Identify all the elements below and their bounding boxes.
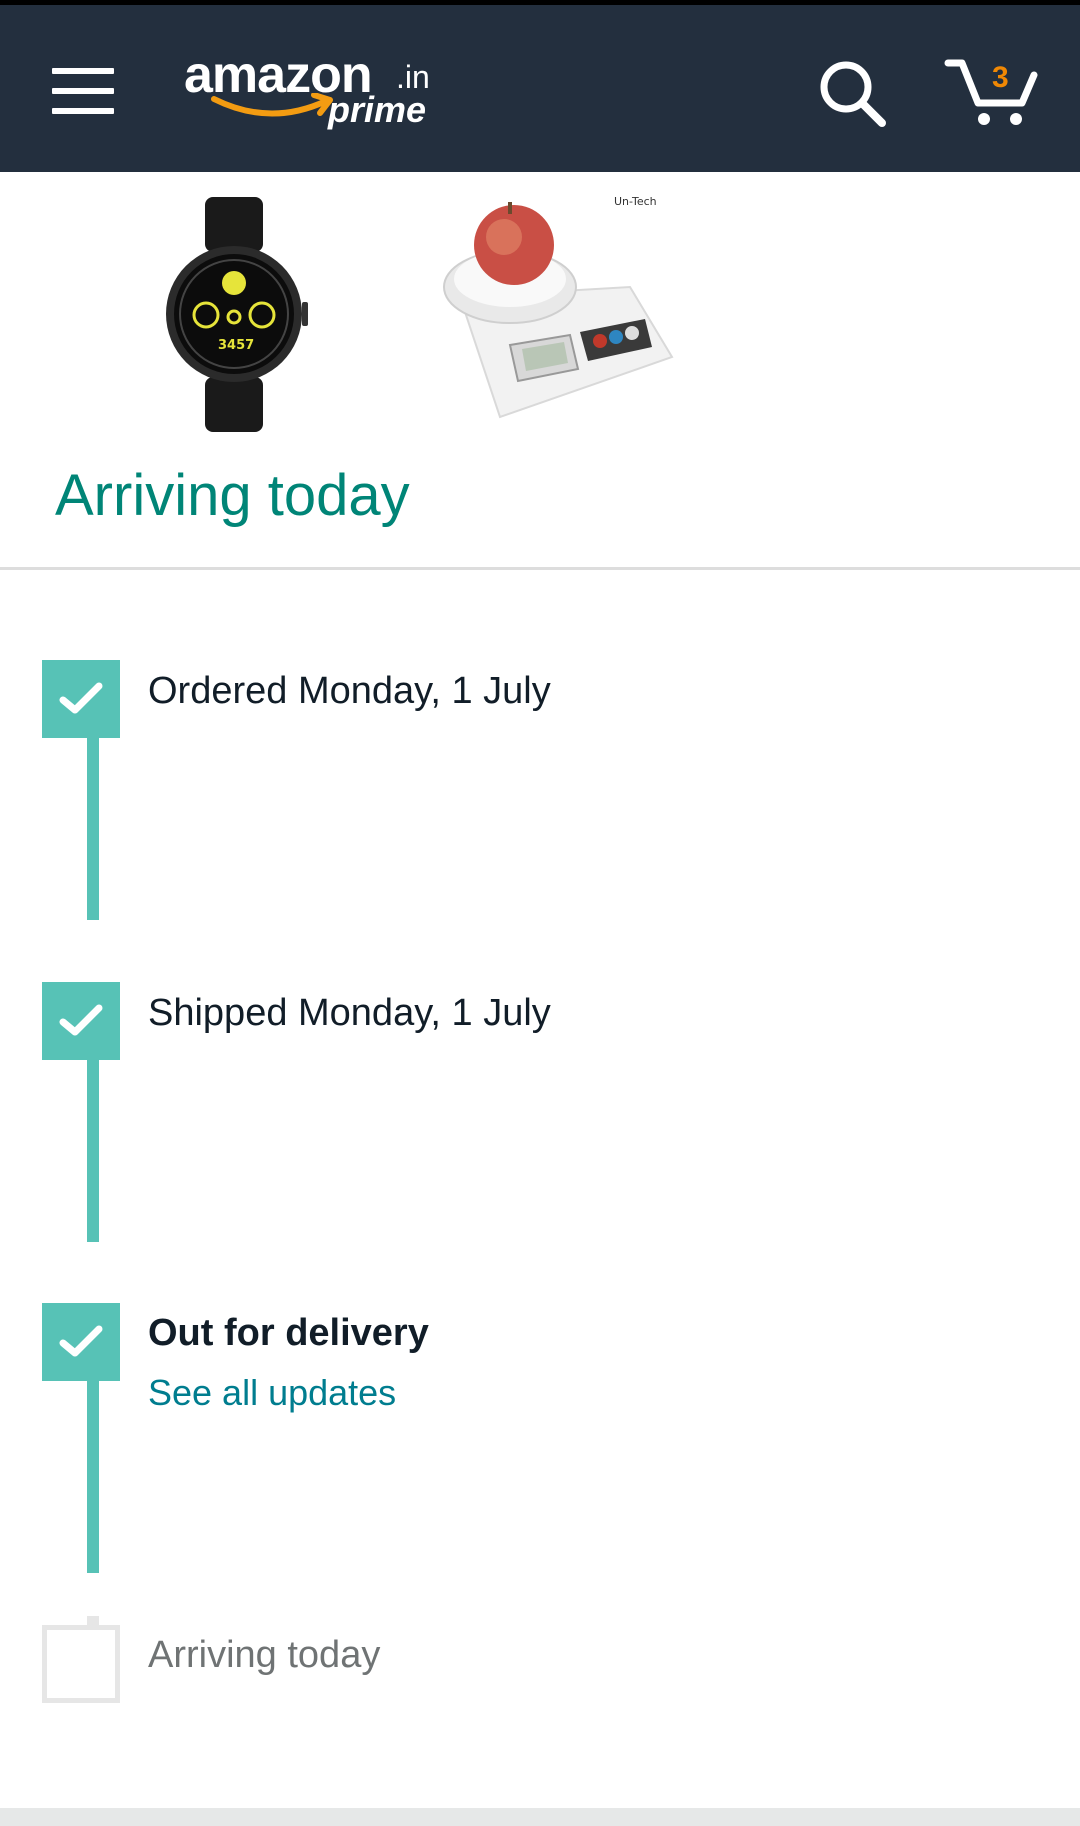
cart-button[interactable]: 3 — [944, 53, 1040, 133]
svg-text:3457: 3457 — [218, 338, 254, 353]
amazon-prime-logo[interactable]: amazon .in prime — [184, 45, 444, 135]
step-ordered-check — [42, 660, 120, 738]
watch-image[interactable]: 3457 — [160, 197, 310, 432]
product-thumbnails: 3457 Un-Tech — [0, 172, 1080, 462]
step-shipped-label: Shipped Monday, 1 July — [148, 992, 551, 1034]
tracking-timeline: Ordered Monday, 1 July Shipped Monday, 1… — [0, 570, 1080, 1810]
cart-count-badge: 3 — [992, 61, 1009, 94]
scale-brand-text: Un-Tech — [614, 197, 657, 208]
check-icon — [59, 1325, 103, 1357]
logo-prime: prime — [328, 89, 427, 130]
step-shipped-check — [42, 982, 120, 1060]
check-icon — [59, 682, 103, 714]
check-icon — [59, 1004, 103, 1036]
step-arriving-label: Arriving today — [148, 1634, 381, 1676]
step-arriving-checkbox — [42, 1625, 120, 1703]
smile-arrow-icon — [211, 93, 333, 117]
step-out-for-delivery-check — [42, 1303, 120, 1381]
footer-bar — [0, 1808, 1080, 1826]
see-all-updates-link[interactable]: See all updates — [148, 1372, 396, 1414]
app-header: amazon .in prime 3 — [0, 5, 1080, 172]
menu-icon[interactable] — [52, 68, 114, 114]
arrival-title: Arriving today — [55, 463, 410, 528]
scale-image[interactable]: Un-Tech — [440, 195, 680, 427]
step-out-for-delivery-label: Out for delivery — [148, 1312, 429, 1354]
step-ordered-label: Ordered Monday, 1 July — [148, 670, 551, 712]
search-icon[interactable] — [816, 57, 888, 129]
